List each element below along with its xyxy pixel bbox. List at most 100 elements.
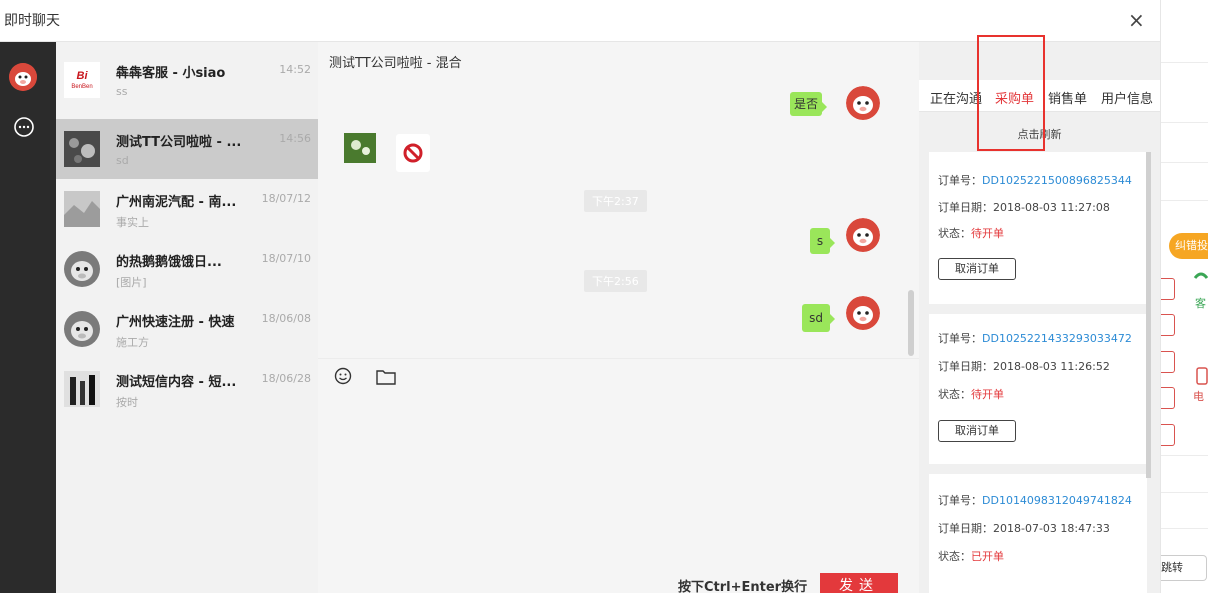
divider (1161, 492, 1208, 493)
conversation-time: 18/06/28 (261, 372, 311, 385)
conversation-item[interactable]: Bi BenBen 犇犇客服 - 小siao 14:52 ss (56, 50, 318, 110)
info-panel: 正在沟通 采购单 销售单 用户信息 点击刷新 订单号：DD10252215008… (919, 42, 1160, 593)
conversation-name: 犇犇客服 - 小siao (116, 66, 226, 81)
tab-communicating[interactable]: 正在沟通 (930, 88, 982, 107)
phone-icon[interactable] (1193, 270, 1208, 286)
gray-photo-icon (64, 191, 100, 227)
jump-button[interactable]: 跳转 (1161, 555, 1207, 581)
user-avatar[interactable] (9, 63, 37, 91)
input-box[interactable] (1161, 424, 1175, 446)
emoji-icon[interactable] (334, 367, 352, 385)
input-box[interactable] (1161, 278, 1175, 300)
order-status-label: 状态： (938, 388, 971, 401)
flower-photo-icon (64, 131, 100, 167)
order-date: 2018-08-03 11:26:52 (993, 360, 1110, 373)
order-status-row: 状态：待开单 (938, 386, 1004, 402)
conversation-preview: [图片] (116, 276, 147, 289)
refresh-link[interactable]: 点击刷新 (919, 126, 1160, 142)
conversation-item-active[interactable]: 测试TT公司啦啦 - ... 14:56 sd (56, 119, 318, 179)
svg-text:BenBen: BenBen (71, 84, 92, 90)
folder-icon[interactable] (376, 369, 396, 385)
order-number-row: 订单号：DD1025221433293033472 (938, 330, 1132, 346)
close-icon[interactable]: × (1128, 8, 1145, 32)
order-date-label: 订单日期： (938, 522, 993, 535)
conversation-time: 18/06/08 (261, 312, 311, 325)
blocked-icon (396, 134, 430, 172)
order-date-label: 订单日期： (938, 360, 993, 373)
conversation-time: 18/07/12 (261, 192, 311, 205)
phone-label: 电 (1193, 390, 1204, 403)
tab-purchase-orders[interactable]: 采购单 (995, 88, 1034, 107)
divider (1161, 122, 1208, 123)
chat-title: 测试TT公司啦啦 - 混合 (329, 56, 462, 71)
order-date-label: 订单日期： (938, 201, 993, 214)
chat-bubble-icon[interactable] (13, 116, 35, 138)
order-date-row: 订单日期：2018-08-03 11:27:08 (938, 199, 1110, 215)
order-status-row: 状态：待开单 (938, 225, 1004, 241)
order-number-link[interactable]: DD1025221433293033472 (982, 332, 1132, 345)
window-title: 即时聊天 (4, 13, 60, 29)
order-status: 已开单 (971, 550, 1004, 563)
order-date: 2018-08-03 11:27:08 (993, 201, 1110, 214)
bw-photo-icon (64, 371, 100, 407)
order-number-label: 订单号： (938, 494, 982, 507)
cancel-order-button[interactable]: 取消订单 (938, 258, 1016, 280)
divider (1161, 528, 1208, 529)
chat-scrollbar[interactable] (908, 290, 914, 356)
tab-sales-orders[interactable]: 销售单 (1048, 88, 1087, 107)
conversation-preview: 施工方 (116, 336, 149, 349)
timestamp: 下午2:56 (584, 270, 647, 292)
chat-header: 测试TT公司啦啦 - 混合 (318, 42, 919, 80)
avatar (846, 296, 880, 330)
image-message[interactable] (344, 133, 376, 163)
svg-text:Bi: Bi (77, 70, 89, 82)
conversation-name: 测试短信内容 - 短... (116, 375, 237, 390)
avatar (846, 86, 880, 120)
message-list[interactable]: 是否 下午2:37 s 下午2:56 sd (318, 80, 919, 358)
conversation-list: Bi BenBen 犇犇客服 - 小siao 14:52 ss 测试TT公司啦啦 … (56, 42, 318, 593)
order-date-row: 订单日期：2018-07-03 18:47:33 (938, 520, 1110, 536)
conversation-item[interactable]: 广州南泥汽配 - 南... 18/07/12 事实上 (56, 179, 318, 239)
conversation-name: 广州快速注册 - 快速 (116, 315, 235, 330)
conversation-time: 14:52 (279, 63, 311, 76)
conversation-preview: 事实上 (116, 216, 149, 229)
conversation-item[interactable]: 广州快速注册 - 快速 18/06/08 施工方 (56, 299, 318, 359)
cow-avatar-icon (64, 251, 100, 287)
input-box[interactable] (1161, 314, 1175, 336)
order-status-label: 状态： (938, 227, 971, 240)
mobile-icon[interactable] (1196, 367, 1208, 385)
input-box[interactable] (1161, 351, 1175, 373)
order-card: 订单号：DD1025221500896825344 订单日期：2018-08-0… (929, 152, 1147, 304)
conversation-preview: 按时 (116, 396, 138, 409)
conversation-name: 测试TT公司啦啦 - ... (116, 135, 242, 150)
order-number-link[interactable]: DD1025221500896825344 (982, 174, 1132, 187)
conversation-item[interactable]: 的热鹅鹅饿饿日... 18/07/10 [图片] (56, 239, 318, 299)
input-area[interactable]: 按下Ctrl+Enter换行 发送 (318, 358, 919, 593)
chat-area: 测试TT公司啦啦 - 混合 是否 下午2:37 s 下午2:56 sd 按下Ct… (318, 42, 919, 593)
order-number-row: 订单号：DD1014098312049741824 (938, 492, 1132, 508)
order-status: 待开单 (971, 388, 1004, 401)
send-button[interactable]: 发送 (820, 573, 898, 593)
order-number-row: 订单号：DD1025221500896825344 (938, 172, 1132, 188)
conversation-preview: sd (116, 154, 129, 167)
cancel-order-button[interactable]: 取消订单 (938, 420, 1016, 442)
service-label: 客 (1195, 297, 1206, 310)
order-date: 2018-07-03 18:47:33 (993, 522, 1110, 535)
divider (1161, 62, 1208, 63)
conversation-name: 广州南泥汽配 - 南... (116, 195, 237, 210)
panel-scrollbar[interactable] (1146, 152, 1151, 478)
error-report-badge[interactable]: 纠错投 (1169, 233, 1208, 259)
window-titlebar: 即时聊天 × (0, 0, 1160, 42)
order-card: 订单号：DD1014098312049741824 订单日期：2018-07-0… (929, 474, 1147, 593)
order-card: 订单号：DD1025221433293033472 订单日期：2018-08-0… (929, 314, 1147, 464)
conversation-item[interactable]: 测试短信内容 - 短... 18/06/28 按时 (56, 359, 318, 419)
divider (1161, 455, 1208, 456)
input-box[interactable] (1161, 387, 1175, 409)
order-number-label: 订单号： (938, 332, 982, 345)
conversation-time: 18/07/10 (261, 252, 311, 265)
divider (1161, 200, 1208, 201)
avatar (846, 218, 880, 252)
tab-user-info[interactable]: 用户信息 (1101, 88, 1153, 107)
order-number-link[interactable]: DD1014098312049741824 (982, 494, 1132, 507)
order-status-label: 状态： (938, 550, 971, 563)
